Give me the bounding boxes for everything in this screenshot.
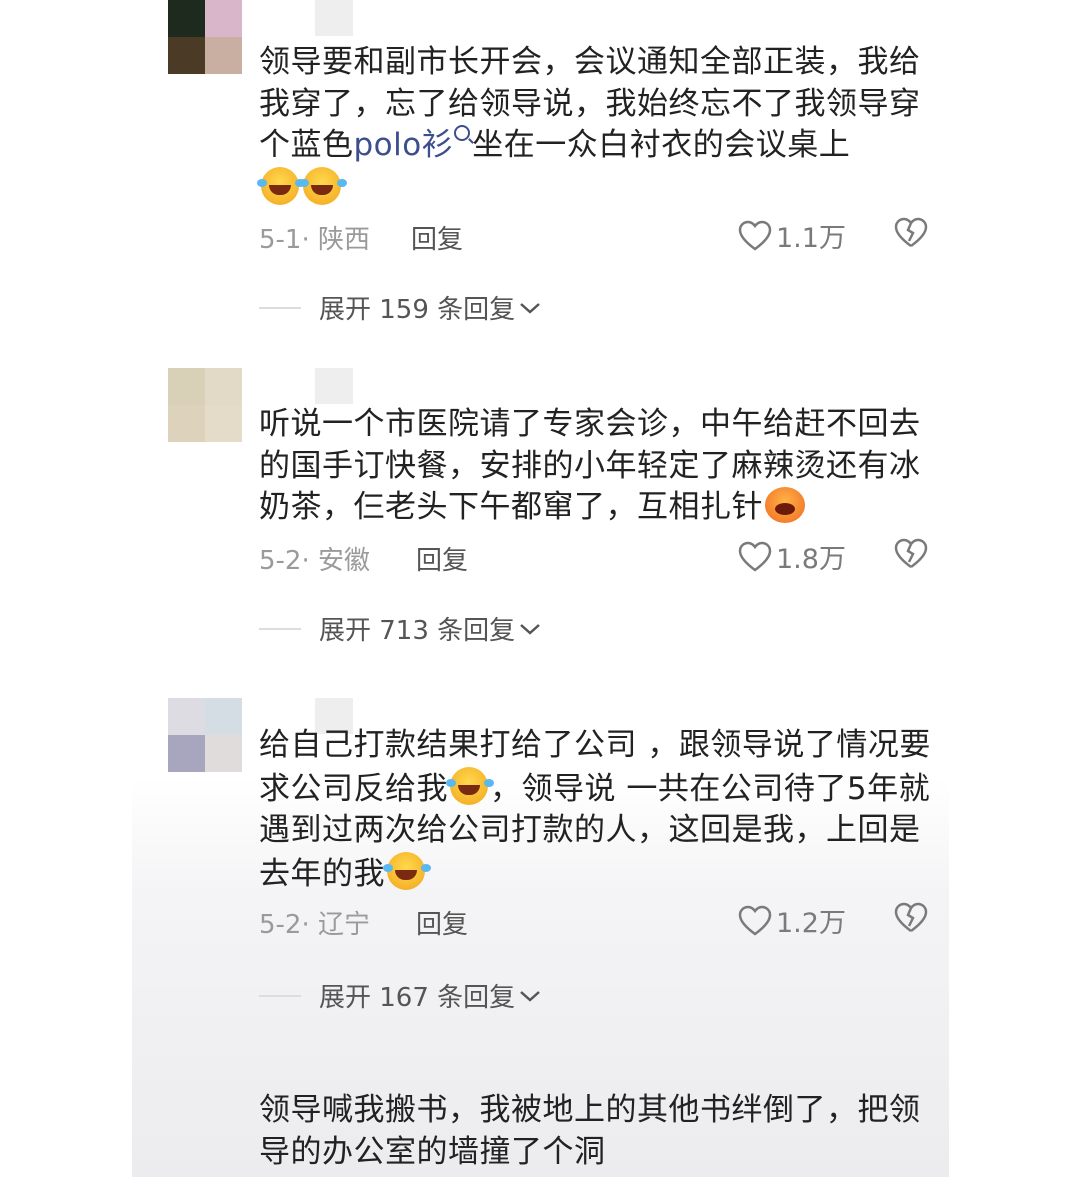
- laughing-tears-emoji-icon: [299, 166, 341, 205]
- comment-text: 领导喊我搬书，我被地上的其他书绊倒了，把领导的办公室的墙撞了个洞: [259, 1092, 921, 1170]
- date-location: 5-2· 辽宁: [259, 910, 370, 940]
- reply-button[interactable]: 回复: [416, 540, 468, 577]
- comment-list: 领导要和副市长开会，会议通知全部正装，我给我穿了，忘了给领导说，我始终忘不了我领…: [132, 0, 949, 1177]
- broken-heart-icon[interactable]: [894, 217, 928, 249]
- like-button[interactable]: 1.2万: [738, 901, 846, 940]
- like-button[interactable]: 1.1万: [738, 216, 846, 255]
- search-icon: [454, 125, 471, 141]
- avatar[interactable]: [168, 698, 242, 772]
- comment-meta: 5-1· 陕西 回复: [259, 219, 463, 256]
- broken-heart-icon[interactable]: [894, 902, 928, 934]
- reply-button[interactable]: 回复: [416, 904, 468, 941]
- expand-replies-button[interactable]: 展开 167 条回复: [259, 977, 541, 1014]
- chevron-down-icon: [520, 623, 540, 635]
- avatar[interactable]: [168, 0, 242, 74]
- search-keyword-link[interactable]: polo衫: [354, 125, 473, 163]
- comment-text: 领导要和副市长开会，会议通知全部正装，我给我穿了，忘了给领导说，我始终忘不了我领…: [257, 42, 949, 210]
- comment-text: 听说一个市医院请了专家会诊，中午给赶不回去的国手订快餐，安排的小年轻定了麻辣烫还…: [259, 406, 921, 525]
- yawning-emoji-icon: [765, 487, 805, 523]
- heart-icon: [738, 541, 772, 572]
- avatar[interactable]: [168, 368, 242, 442]
- date-location: 5-1· 陕西: [259, 225, 370, 255]
- comment-meta: 5-2· 辽宁 回复: [259, 904, 468, 941]
- like-count: 1.2万: [776, 908, 846, 939]
- laughing-tears-emoji-icon: [383, 851, 425, 890]
- comment-text: 给自己打款结果打给了公司 ，跟领导说了情况要求公司反给我 ，领导说 一共在公司待了…: [259, 727, 931, 892]
- expand-replies-button[interactable]: 展开 159 条回复: [259, 289, 541, 326]
- divider: [259, 994, 301, 997]
- comment-meta: 5-2· 安徽 回复: [259, 540, 468, 577]
- divider: [259, 627, 301, 630]
- username[interactable]: [315, 368, 353, 404]
- like-count: 1.8万: [776, 544, 846, 575]
- username[interactable]: [315, 0, 353, 36]
- heart-icon: [738, 220, 772, 251]
- chevron-down-icon: [520, 302, 540, 314]
- reply-button[interactable]: 回复: [411, 219, 463, 256]
- laughing-tears-emoji-icon: [257, 166, 299, 205]
- chevron-down-icon: [520, 990, 540, 1002]
- date-location: 5-2· 安徽: [259, 546, 370, 576]
- divider: [259, 306, 301, 309]
- laughing-tears-emoji-icon: [446, 766, 488, 805]
- heart-icon: [738, 905, 772, 936]
- like-button[interactable]: 1.8万: [738, 537, 846, 576]
- expand-replies-button[interactable]: 展开 713 条回复: [259, 610, 541, 647]
- like-count: 1.1万: [776, 223, 846, 254]
- broken-heart-icon[interactable]: [894, 538, 928, 570]
